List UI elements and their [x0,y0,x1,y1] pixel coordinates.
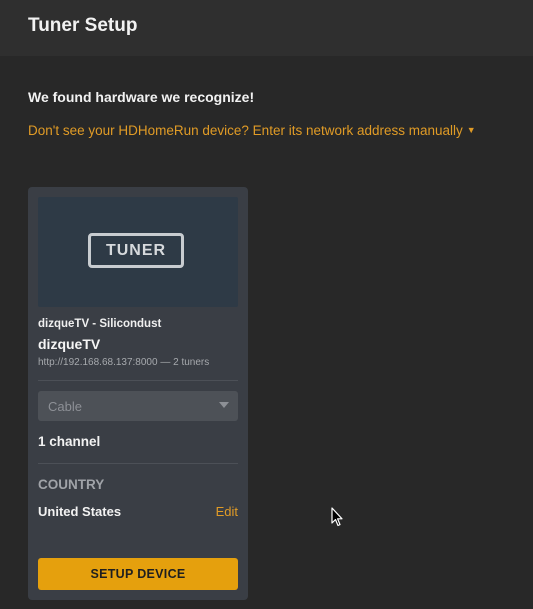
source-type-select[interactable]: Cable [38,391,238,421]
country-label: COUNTRY [38,477,105,492]
chevron-down-icon [219,402,229,408]
device-card: TUNER dizqueTV - Silicondust dizqueTV ht… [28,187,248,600]
manual-address-link-label: Don't see your HDHomeRun device? Enter i… [28,123,463,138]
setup-device-button[interactable]: SETUP DEVICE [38,558,238,590]
manual-address-link[interactable]: Don't see your HDHomeRun device? Enter i… [28,123,476,138]
device-name: dizqueTV [38,336,101,352]
channel-count: 1 channel [38,434,101,449]
found-hardware-message: We found hardware we recognize! [28,89,255,105]
edit-country-link[interactable]: Edit [216,504,238,519]
device-image: TUNER [38,197,238,307]
page-title: Tuner Setup [28,15,138,36]
source-type-selected: Cable [48,399,82,414]
caret-down-icon: ▼ [466,125,476,135]
mouse-pointer-icon [331,507,343,527]
tuner-icon: TUNER [88,233,184,268]
divider [38,380,238,381]
divider [38,463,238,464]
device-url-info: http://192.168.68.137:8000 — 2 tuners [38,357,210,368]
device-provider: dizqueTV - Silicondust [38,318,162,330]
country-value: United States [38,504,122,519]
app-header: Tuner Setup [0,0,533,56]
